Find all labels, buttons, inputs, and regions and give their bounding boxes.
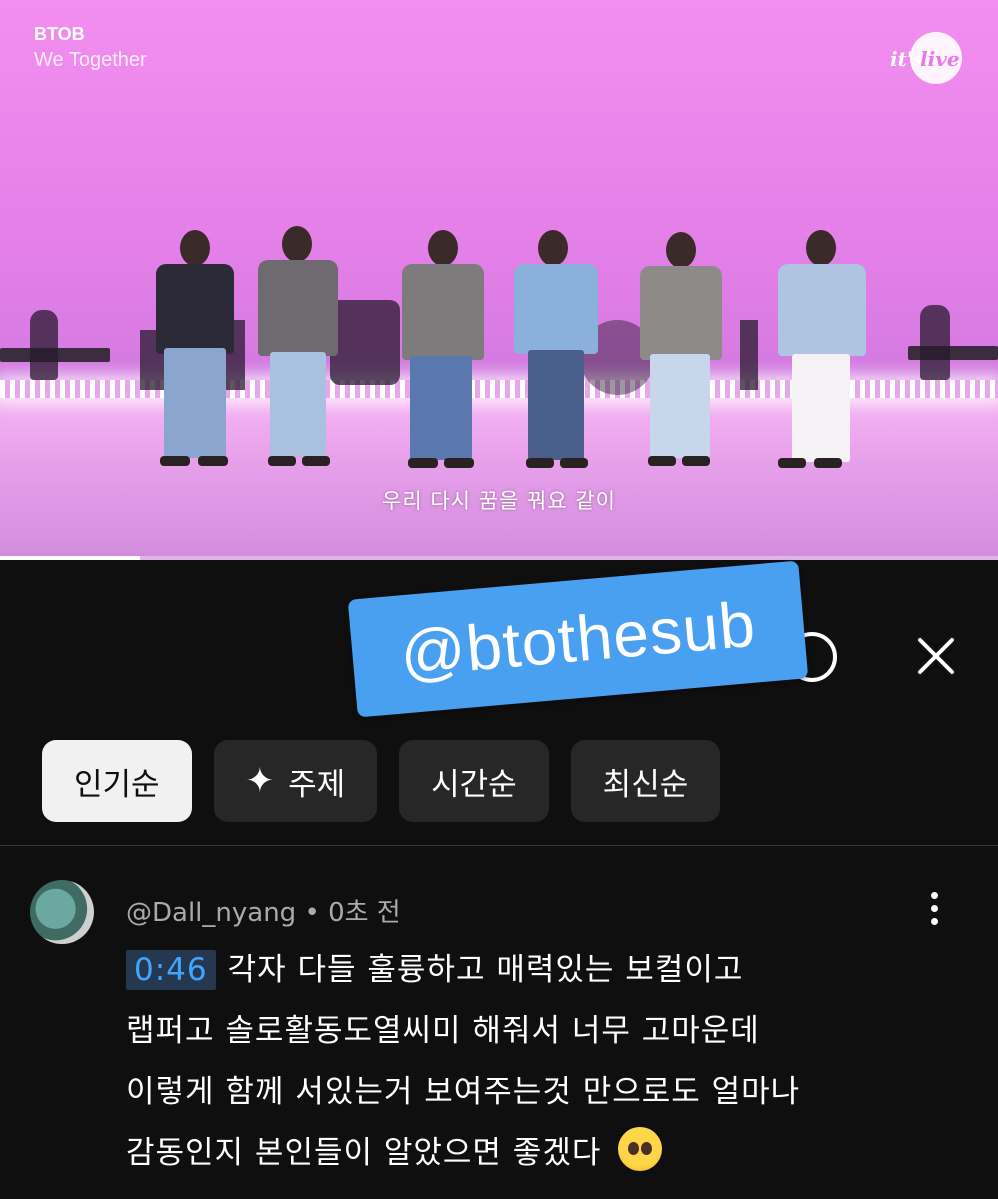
performer-5 xyxy=(636,232,726,470)
chip-topic[interactable]: ✦ 주제 xyxy=(213,740,378,822)
comment-body: 0:46 각자 다들 훌륭하고 매력있는 보컬이고 랩퍼고 솔로활동도열씨미 해줘… xyxy=(126,940,916,1184)
comment-time: 0초 전 xyxy=(328,898,401,928)
video-subtitle: 우리 다시 꿈을 꿔요 같이 xyxy=(382,489,616,513)
chip-label: 인기순 xyxy=(74,766,160,803)
sort-chips: 인기순 ✦ 주제 시간순 최신순 xyxy=(42,740,721,822)
performer-3 xyxy=(398,230,488,470)
its-live-logo: it's live xyxy=(886,30,964,86)
separator-dot: • xyxy=(304,898,329,928)
comment-line-1: 0:46 각자 다들 훌륭하고 매력있는 보컬이고 xyxy=(126,940,916,1001)
chip-label: 시간순 xyxy=(431,766,517,803)
song-title: We Together xyxy=(34,49,147,71)
comment-text: 감동인지 본인들이 알았으면 좋겠다 xyxy=(126,1135,602,1171)
divider xyxy=(0,845,998,846)
video-meta: BTOB We Together xyxy=(34,24,147,72)
svg-text:live: live xyxy=(920,47,960,71)
avatar[interactable] xyxy=(30,880,94,944)
performer-2 xyxy=(252,226,342,470)
video-player[interactable]: BTOB We Together it's live 우리 다시 꿈을 꿔요 같… xyxy=(0,0,998,560)
more-options-icon[interactable] xyxy=(922,892,946,930)
performer-4 xyxy=(508,230,608,470)
comment-author-line: @Dall_nyang • 0초 전 xyxy=(126,892,401,929)
chip-popular[interactable]: 인기순 xyxy=(42,740,192,822)
chip-label: 주제 xyxy=(288,766,346,803)
comment-line-3: 이렇게 함께 서있는거 보여주는것 만으로도 얼마나 xyxy=(126,1074,801,1110)
watermark-text: @btothesub xyxy=(397,587,759,691)
sparkle-icon: ✦ xyxy=(245,761,275,801)
comment-author[interactable]: @Dall_nyang xyxy=(126,898,296,928)
chip-label: 최신순 xyxy=(602,766,689,803)
pleading-face-icon xyxy=(618,1127,663,1171)
chip-timeline[interactable]: 시간순 xyxy=(399,740,549,822)
comment-line-4: 감동인지 본인들이 알았으면 좋겠다 xyxy=(126,1123,916,1184)
comment-line-2: 랩퍼고 솔로활동도열씨미 해줘서 너무 고마운데 xyxy=(126,1013,760,1049)
performer-1 xyxy=(150,230,240,470)
artist-name: BTOB xyxy=(34,24,85,44)
performer-6 xyxy=(772,230,872,470)
close-icon[interactable] xyxy=(912,632,960,680)
timestamp-link[interactable]: 0:46 xyxy=(126,950,216,990)
comment-text: 각자 다들 훌륭하고 매력있는 보컬이고 xyxy=(227,952,744,988)
chip-newest[interactable]: 최신순 xyxy=(570,740,721,822)
